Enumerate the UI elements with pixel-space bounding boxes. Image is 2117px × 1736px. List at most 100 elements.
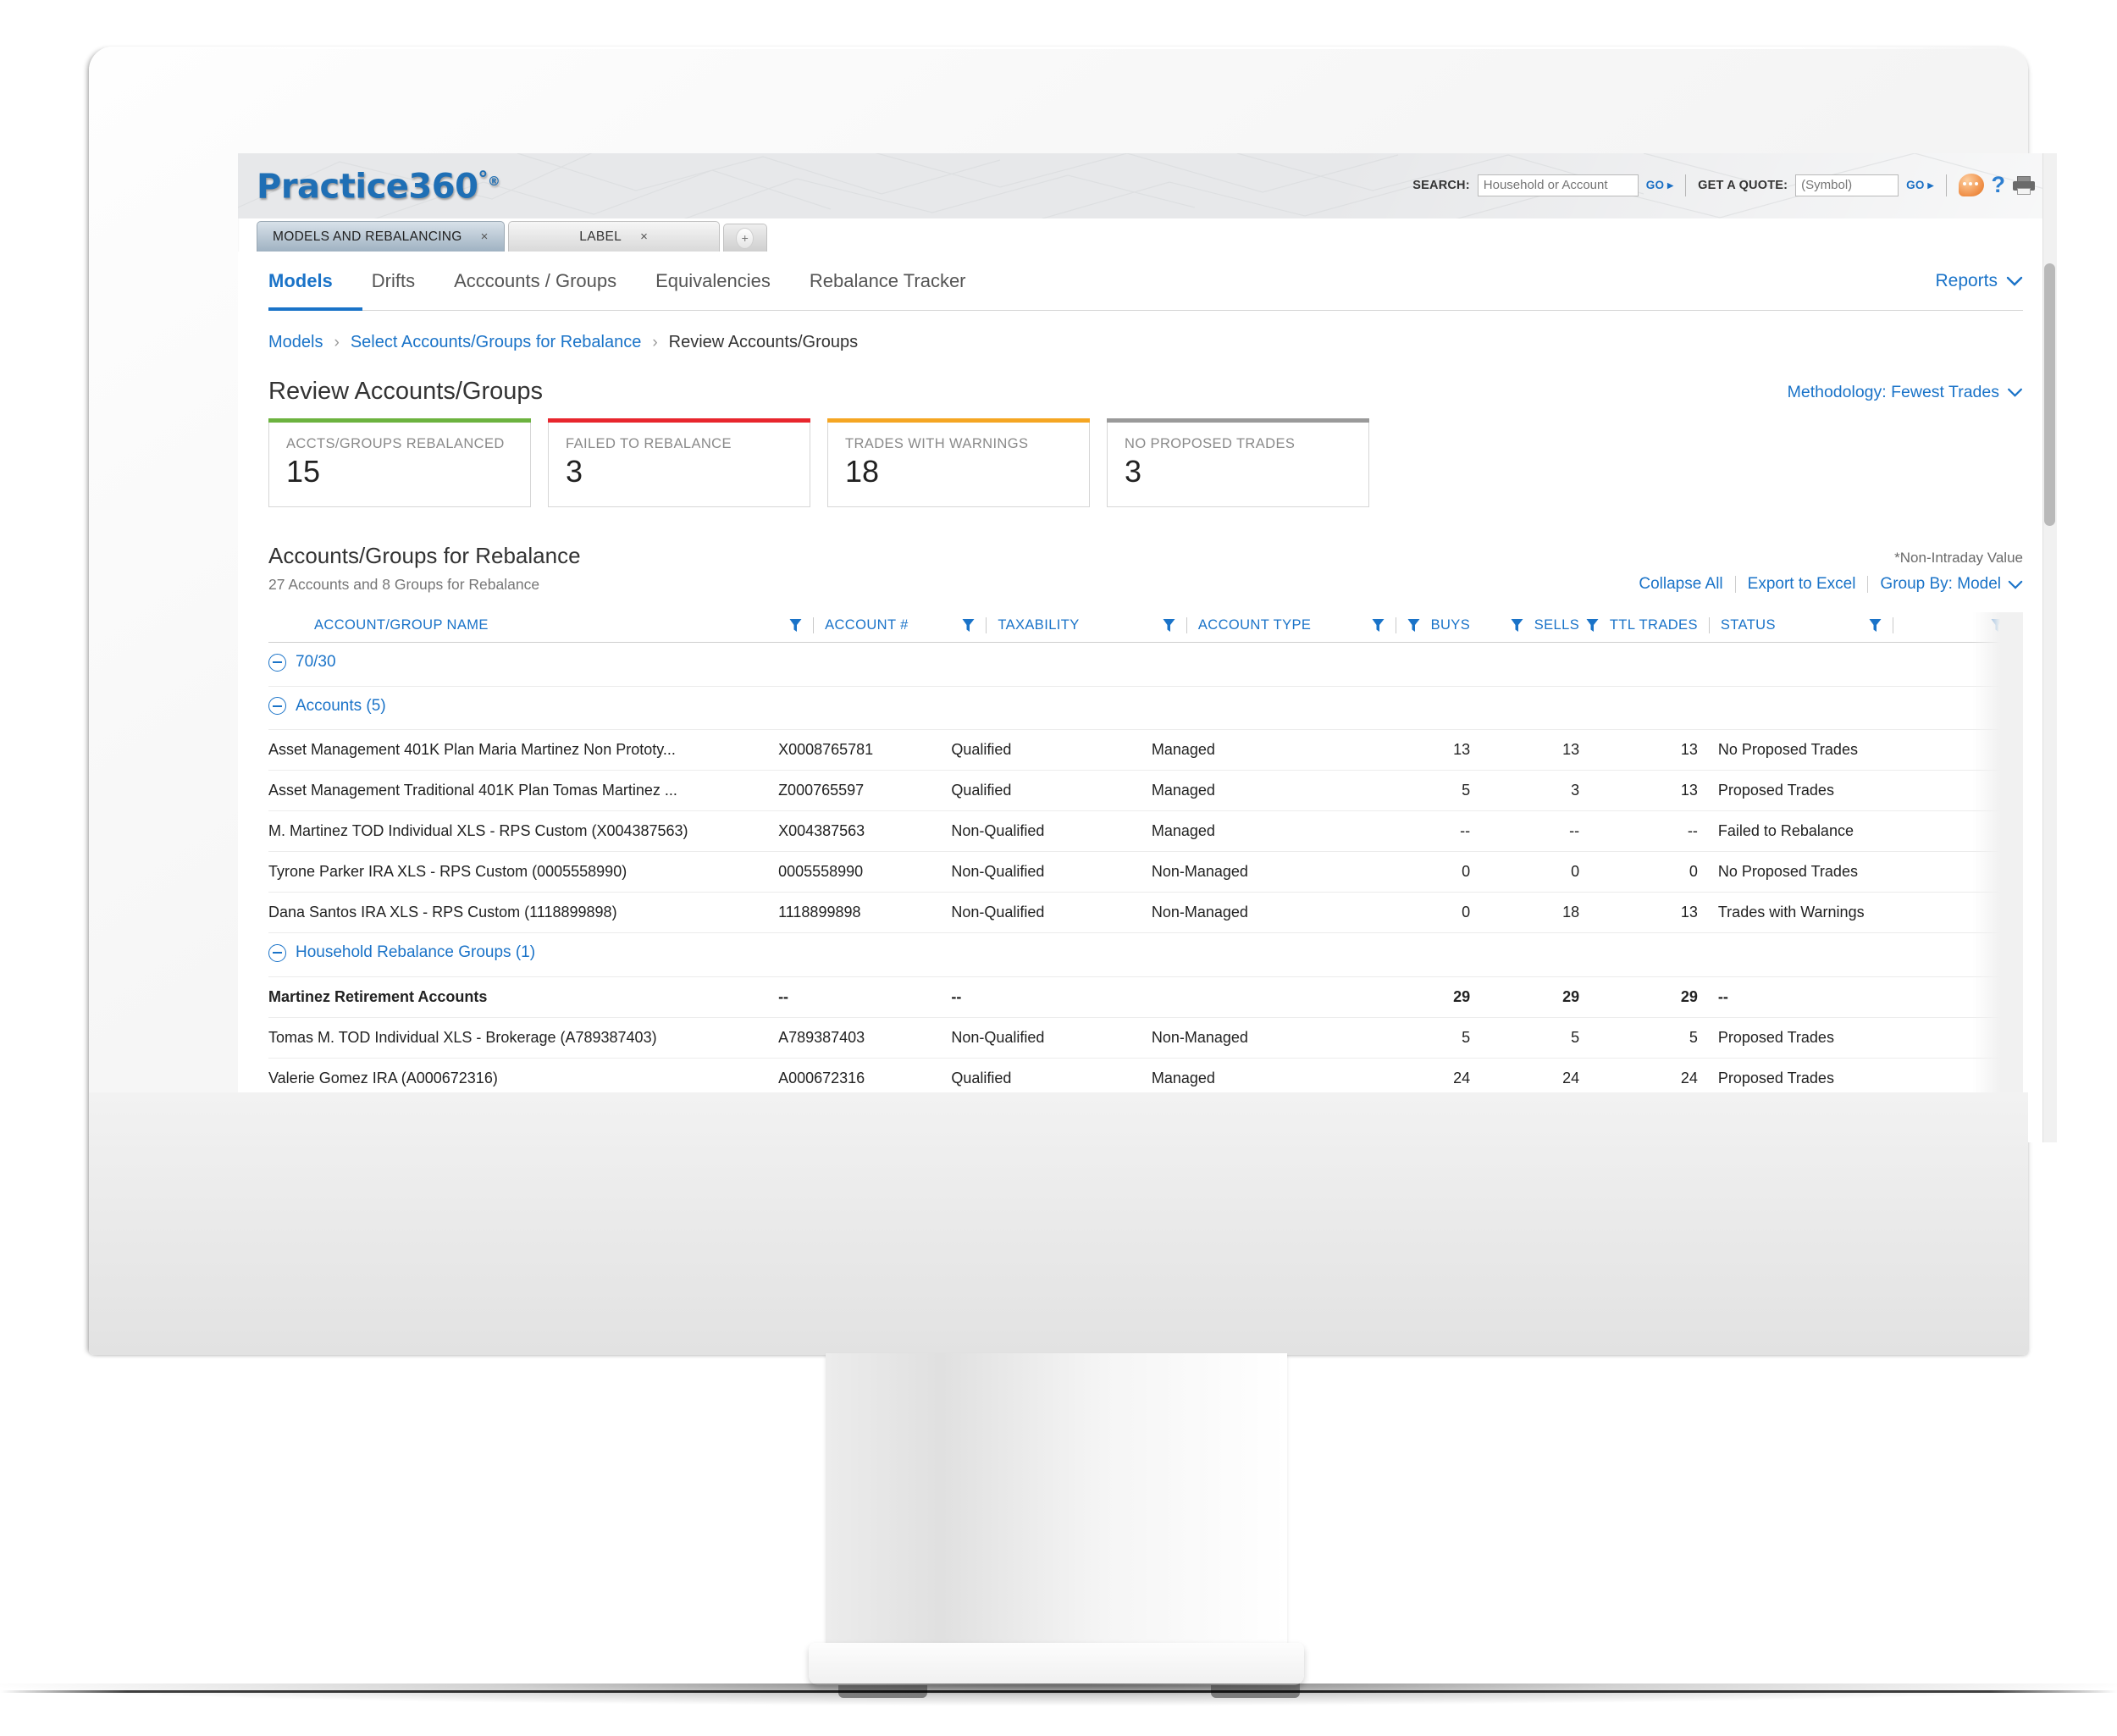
- filter-icon[interactable]: [1407, 618, 1420, 633]
- table-group-row[interactable]: Household Rebalance Groups (1): [268, 933, 2023, 977]
- nav-tab-drifts[interactable]: Drifts: [372, 252, 415, 311]
- filter-icon[interactable]: [1869, 618, 1882, 633]
- cell-account-number: X0008765781: [778, 730, 951, 771]
- col-label: TTL TRADES: [1610, 617, 1698, 633]
- nav-tab-equivalencies[interactable]: Equivalencies: [655, 252, 771, 311]
- page-title-row: Review Accounts/Groups Methodology: Fewe…: [268, 378, 2023, 406]
- cell-status: Trades with Warnings: [1698, 893, 1980, 933]
- col-header-account-group-name[interactable]: ACCOUNT/GROUP NAME: [268, 612, 778, 643]
- nav-tab-accounts-groups[interactable]: Acccounts / Groups: [454, 252, 616, 311]
- filter-icon[interactable]: [1586, 618, 1599, 633]
- table-row[interactable]: M. Martinez TOD Individual XLS - RPS Cus…: [268, 811, 2023, 852]
- screen: Practice360°® SEARCH: GO ▸ GET A QUOTE: …: [238, 153, 2057, 1142]
- quote-go-button[interactable]: GO ▸: [1906, 179, 1933, 192]
- table-row[interactable]: Martinez Retirement Accounts -- -- 29 29…: [268, 976, 2023, 1017]
- export-to-excel-link[interactable]: Export to Excel: [1748, 575, 1856, 594]
- cell-buys: 29: [1361, 976, 1470, 1017]
- filter-icon[interactable]: [1163, 618, 1175, 633]
- filter-icon[interactable]: [962, 618, 975, 633]
- cell-status: No Proposed Trades: [1698, 852, 1980, 893]
- group-toggle-70-30[interactable]: 70/30: [268, 653, 336, 672]
- col-label: BUYS: [1431, 617, 1471, 633]
- filter-icon[interactable]: [1372, 618, 1385, 633]
- window-tab-strip: MODELS AND REBALANCING × LABEL × +: [238, 218, 2057, 252]
- group-toggle-accounts[interactable]: Accounts (5): [268, 697, 386, 716]
- monitor-chin: [89, 1092, 2028, 1355]
- table-row[interactable]: Asset Management 401K Plan Maria Martine…: [268, 730, 2023, 771]
- col-header-cash-gen[interactable]: CASH GEN: [1980, 612, 2023, 643]
- cell-account-type: Managed: [1152, 771, 1361, 811]
- search-input[interactable]: [1478, 174, 1639, 196]
- scrollbar-thumb[interactable]: [2044, 263, 2055, 526]
- filter-icon[interactable]: [1511, 618, 1523, 633]
- kpi-value: 3: [1125, 456, 1368, 487]
- cell-ttl-trades: 13: [1579, 893, 1698, 933]
- cell-account-type: Non-Managed: [1152, 852, 1361, 893]
- filter-icon[interactable]: [1991, 618, 2004, 633]
- kpi-value: 18: [845, 456, 1089, 487]
- desk-line: [0, 1690, 2117, 1693]
- bezel-highlight: [89, 47, 2028, 49]
- reports-dropdown[interactable]: Reports: [1935, 271, 2023, 291]
- cell-account-type: [1152, 976, 1361, 1017]
- group-by-dropdown[interactable]: Group By: Model: [1880, 575, 2023, 594]
- breadcrumb-item-models[interactable]: Models: [268, 333, 323, 352]
- table-row[interactable]: Dana Santos IRA XLS - RPS Custom (111889…: [268, 893, 2023, 933]
- cell-buys: 0: [1361, 893, 1470, 933]
- table-section-header: Accounts/Groups for Rebalance 27 Account…: [268, 543, 2023, 594]
- table-group-row[interactable]: Accounts (5): [268, 686, 2023, 730]
- cell-ttl-trades: 13: [1579, 730, 1698, 771]
- kpi-value: 3: [566, 456, 810, 487]
- table-actions: *Non-Intraday Value Collapse All Export …: [1639, 550, 2023, 594]
- nav-tab-models[interactable]: Models: [268, 252, 333, 311]
- col-header-sells[interactable]: SELLS: [1470, 612, 1579, 643]
- breadcrumb-item-select-accounts[interactable]: Select Accounts/Groups for Rebalance: [351, 333, 642, 352]
- table-row[interactable]: Tomas M. TOD Individual XLS - Brokerage …: [268, 1017, 2023, 1058]
- cell-sells: 18: [1470, 893, 1579, 933]
- cell-ttl-trades: --: [1579, 811, 1698, 852]
- window-tab-label-tab[interactable]: LABEL ×: [508, 221, 720, 252]
- col-header-account-number[interactable]: ACCOUNT #: [778, 612, 951, 643]
- logo-text: Practice360: [257, 167, 478, 206]
- collapse-minus-icon: [268, 654, 286, 672]
- col-label: ACCOUNT #: [814, 617, 909, 633]
- close-icon[interactable]: ×: [481, 229, 489, 244]
- group-toggle-household-rebalance-groups[interactable]: Household Rebalance Groups (1): [268, 943, 535, 962]
- help-icon[interactable]: ?: [1992, 174, 2006, 196]
- filter-icon[interactable]: [789, 618, 802, 633]
- kpi-value: 15: [286, 456, 530, 487]
- search-go-button[interactable]: GO ▸: [1646, 179, 1673, 192]
- main-nav: Models Drifts Acccounts / Groups Equival…: [238, 252, 2057, 311]
- table-row[interactable]: Tyrone Parker IRA XLS - RPS Custom (0005…: [268, 852, 2023, 893]
- printer-icon[interactable]: [2013, 176, 2035, 195]
- add-tab-button[interactable]: +: [723, 224, 767, 252]
- col-header-buys[interactable]: BUYS: [1361, 612, 1470, 643]
- cell-account-number: 1118899898: [778, 893, 951, 933]
- cell-taxability: Qualified: [951, 730, 1152, 771]
- col-header-ttl-trades[interactable]: TTL TRADES: [1579, 612, 1698, 643]
- collapse-all-link[interactable]: Collapse All: [1639, 575, 1722, 594]
- chat-bubble-icon[interactable]: [1959, 174, 1984, 196]
- cell-account-number: A789387403: [778, 1017, 951, 1058]
- header-utilities: SEARCH: GO ▸ GET A QUOTE: GO ▸ ?: [1412, 174, 2035, 196]
- table-row[interactable]: Asset Management Traditional 401K Plan T…: [268, 771, 2023, 811]
- kpi-accent-bar: [1107, 418, 1369, 423]
- table-group-row[interactable]: 70/30: [268, 643, 2023, 687]
- window-tab-models-and-rebalancing[interactable]: MODELS AND REBALANCING ×: [257, 221, 505, 252]
- col-header-taxability[interactable]: TAXABILITY: [951, 612, 1152, 643]
- main-nav-list: Models Drifts Acccounts / Groups Equival…: [268, 252, 966, 311]
- table-vertical-scrollbar[interactable]: [2042, 153, 2057, 1142]
- nav-tab-rebalance-tracker[interactable]: Rebalance Tracker: [810, 252, 966, 311]
- methodology-dropdown[interactable]: Methodology: Fewest Trades: [1788, 378, 2023, 402]
- desk-shadow: [0, 1683, 2117, 1706]
- quote-input[interactable]: [1795, 174, 1899, 196]
- cell-buys: 0: [1361, 852, 1470, 893]
- col-header-account-type[interactable]: ACCOUNT TYPE: [1152, 612, 1361, 643]
- col-label: CASH GEN: [2015, 617, 2023, 633]
- kpi-label: TRADES WITH WARNINGS: [845, 436, 1089, 452]
- close-icon[interactable]: ×: [640, 229, 648, 244]
- col-header-status[interactable]: STATUS: [1698, 612, 1980, 643]
- table-section-titles: Accounts/Groups for Rebalance 27 Account…: [268, 543, 581, 594]
- col-label: SELLS: [1534, 617, 1579, 633]
- reports-label: Reports: [1935, 271, 1998, 291]
